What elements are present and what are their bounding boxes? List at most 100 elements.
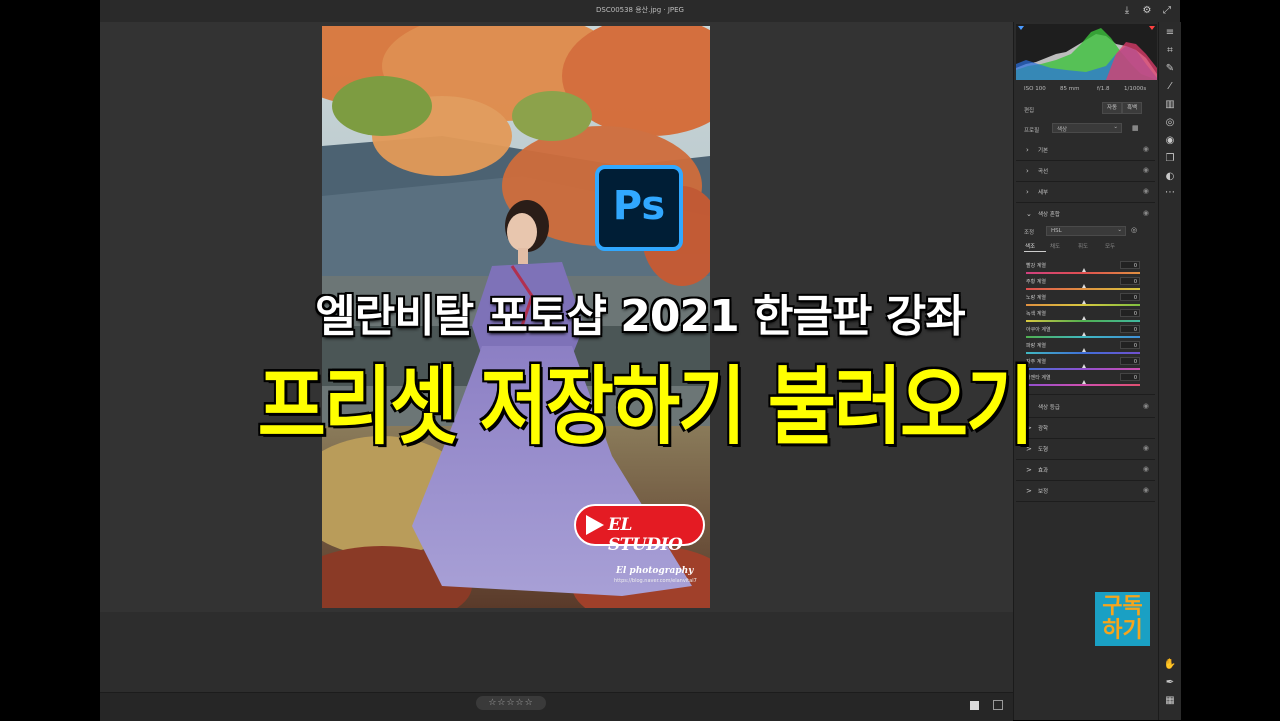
slider-red[interactable]: 빨강 계열 0 — [1026, 261, 1140, 276]
histogram — [1016, 24, 1157, 80]
healing-icon[interactable]: ✎ — [1163, 62, 1177, 76]
slider-track[interactable] — [1026, 272, 1140, 274]
section-curve[interactable]: › 곡선 ◉ — [1016, 161, 1155, 182]
slider-value[interactable]: 0 — [1120, 293, 1140, 301]
chevron-down-icon: ⌄ — [1026, 210, 1032, 218]
headline-line1: 엘란비탈 포토샵 2021 한글판 강좌 — [315, 291, 966, 342]
profile-value: 색상 — [1057, 127, 1068, 133]
slider-value[interactable]: 0 — [1120, 325, 1140, 333]
eye-icon[interactable]: ◉ — [1143, 444, 1149, 452]
section-label: 보정 — [1038, 489, 1049, 495]
red-eye-icon[interactable]: ◉ — [1163, 134, 1177, 148]
slider-thumb[interactable] — [1082, 380, 1086, 384]
slider-track[interactable] — [1026, 320, 1140, 322]
more-icon[interactable]: ⋯ — [1163, 186, 1177, 200]
eye-icon[interactable]: ◉ — [1143, 402, 1149, 410]
eye-icon[interactable]: ◉ — [1143, 145, 1149, 153]
slider-value[interactable]: 0 — [1120, 373, 1140, 381]
chevron-right-icon: › — [1026, 188, 1029, 196]
tab-hue[interactable]: 색조 — [1025, 242, 1035, 250]
slider-value[interactable]: 0 — [1120, 357, 1140, 365]
tab-all[interactable]: 모두 — [1105, 242, 1115, 250]
slider-track[interactable] — [1026, 288, 1140, 290]
chevron-down-icon: ⌄ — [1113, 124, 1118, 130]
grid-icon[interactable]: ▦ — [1163, 694, 1177, 708]
eye-icon[interactable]: ◉ — [1143, 166, 1149, 174]
shadow-clip-icon — [1018, 26, 1024, 30]
view-compare-icon[interactable] — [993, 700, 1003, 710]
tab-saturation[interactable]: 채도 — [1050, 242, 1060, 250]
slider-value[interactable]: 0 — [1120, 309, 1140, 317]
slider-thumb[interactable] — [1082, 268, 1086, 272]
eye-icon[interactable]: ◉ — [1143, 486, 1149, 494]
color-sampler-icon[interactable]: ✒ — [1163, 676, 1177, 690]
radial-filter-icon[interactable]: ◎ — [1163, 116, 1177, 130]
presets-icon[interactable]: ◐ — [1163, 170, 1177, 184]
section-detail[interactable]: › 세부 ◉ — [1016, 182, 1155, 203]
slider-thumb[interactable] — [1082, 364, 1086, 368]
slider-thumb[interactable] — [1082, 316, 1086, 320]
chevron-down-icon: ⌄ — [1117, 227, 1122, 233]
slider-thumb[interactable] — [1082, 348, 1086, 352]
star-rating[interactable]: ☆☆☆☆☆ — [476, 696, 546, 710]
target-adjust-icon[interactable]: ◎ — [1131, 226, 1137, 234]
section-label: 곡선 — [1038, 169, 1049, 175]
auto-button[interactable]: 자동 — [1102, 102, 1122, 114]
slider-value[interactable]: 0 — [1120, 341, 1140, 349]
eye-icon[interactable]: ◉ — [1143, 209, 1149, 217]
title-bar: DSC00538 용산.jpg · JPEG ⤓ ⚙ ⤢ — [100, 0, 1180, 23]
subscribe-badge[interactable]: 구독 하기 — [1095, 592, 1150, 646]
adjust-label: 조정 — [1024, 230, 1035, 236]
slider-value[interactable]: 0 — [1120, 277, 1140, 285]
slider-thumb[interactable] — [1082, 300, 1086, 304]
profile-label: 프로필 — [1024, 128, 1040, 134]
subscribe-text-line1: 구독 — [1102, 594, 1143, 619]
section-color-mixer[interactable]: ⌄ 색상 혼합 ◉ — [1016, 204, 1155, 224]
crop-icon[interactable]: ⌗ — [1163, 44, 1177, 58]
tool-strip: ≡ ⌗ ✎ ⁄ ▥ ◎ ◉ ❐ ◐ ⋯ ✋ ✒ ▦ — [1158, 22, 1181, 720]
view-single-icon[interactable] — [970, 701, 979, 710]
headline-line2: 프리셋 저장하기 불러오기 — [257, 357, 1034, 457]
fullscreen-icon[interactable]: ⤢ — [1160, 4, 1174, 18]
subscribe-text-line2: 하기 — [1102, 618, 1143, 643]
slider-thumb[interactable] — [1082, 332, 1086, 336]
profile-dropdown[interactable]: 색상 ⌄ — [1052, 123, 1122, 133]
chevron-right-icon: › — [1026, 146, 1029, 154]
hand-icon[interactable]: ✋ — [1163, 658, 1177, 672]
slider-orange[interactable]: 주황 계열 0 — [1026, 277, 1140, 292]
snapshots-icon[interactable]: ❐ — [1163, 152, 1177, 166]
watermark-url: https://blog.naver.com/elanvital7 — [614, 578, 697, 584]
focal-value: 85 mm — [1060, 86, 1080, 92]
brush-icon[interactable]: ⁄ — [1163, 80, 1177, 94]
section-label: 세부 — [1038, 190, 1049, 196]
profile-browser-icon[interactable]: ▦ — [1132, 124, 1139, 132]
gear-icon[interactable]: ⚙ — [1140, 4, 1154, 18]
ps-logo-text: Ps — [612, 183, 666, 229]
adjust-dropdown[interactable]: HSL ⌄ — [1046, 226, 1126, 236]
slider-value[interactable]: 0 — [1120, 261, 1140, 269]
edit-sliders-icon[interactable]: ≡ — [1163, 26, 1177, 40]
iso-value: ISO 100 — [1024, 86, 1046, 92]
save-icon[interactable]: ⤓ — [1120, 4, 1134, 18]
edit-label: 편집 — [1024, 108, 1035, 114]
slider-thumb[interactable] — [1082, 284, 1086, 288]
slider-green[interactable]: 녹색 계열 0 — [1026, 309, 1140, 324]
gradient-icon[interactable]: ▥ — [1163, 98, 1177, 112]
tab-luminance[interactable]: 휘도 — [1078, 242, 1088, 250]
canvas-lower-area — [100, 612, 1013, 692]
section-basic[interactable]: › 기본 ◉ — [1016, 140, 1155, 161]
histogram-graph — [1016, 26, 1157, 80]
photoshop-logo: Ps — [595, 165, 683, 251]
eye-icon[interactable]: ◉ — [1143, 187, 1149, 195]
section-effects[interactable]: > 효과 ◉ — [1016, 460, 1155, 481]
slider-yellow[interactable]: 노랑 계열 0 — [1026, 293, 1140, 308]
section-label: 색상 혼합 — [1038, 212, 1060, 218]
slider-track[interactable] — [1026, 304, 1140, 306]
section-label: 기본 — [1038, 148, 1049, 154]
eye-icon[interactable]: ◉ — [1143, 465, 1149, 473]
window-title: DSC00538 용산.jpg · JPEG — [596, 6, 684, 14]
section-calibration[interactable]: > 보정 ◉ — [1016, 481, 1155, 502]
highlight-clip-icon — [1149, 26, 1155, 30]
shutter-value: 1/1000s — [1124, 86, 1147, 92]
bw-button[interactable]: 흑백 — [1122, 102, 1142, 114]
